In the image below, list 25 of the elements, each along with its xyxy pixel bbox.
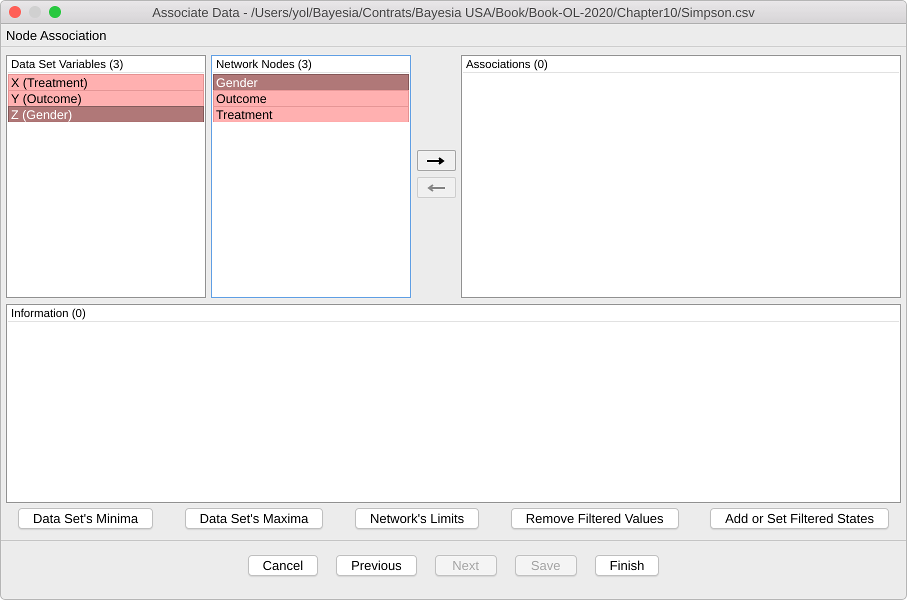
- zoom-button[interactable]: [49, 6, 61, 18]
- filter-button[interactable]: Add or Set Filtered States: [710, 508, 889, 529]
- panel-header: Information (0): [8, 306, 899, 322]
- section-title: Node Association: [6, 28, 106, 42]
- footer-button[interactable]: Cancel: [248, 555, 318, 576]
- list-header: Data Set Variables (3): [8, 57, 204, 73]
- list-item[interactable]: Outcome: [213, 90, 409, 106]
- list-item[interactable]: Treatment: [213, 106, 409, 122]
- filter-button[interactable]: Data Set's Maxima: [184, 508, 324, 529]
- footer-button[interactable]: Previous: [336, 555, 417, 576]
- move-button[interactable]: [416, 150, 456, 171]
- filter-button[interactable]: Network's Limits: [354, 508, 480, 529]
- list-item[interactable]: Y (Outcome): [8, 90, 204, 106]
- list-header: Network Nodes (3): [213, 57, 409, 73]
- panel-header: Associations (0): [463, 57, 899, 73]
- footer-button[interactable]: Finish: [594, 555, 660, 576]
- list-item[interactable]: X (Treatment): [8, 74, 204, 90]
- left-arrow-icon: [425, 182, 447, 192]
- right-arrow-icon: [425, 156, 447, 166]
- close-button[interactable]: [9, 6, 21, 18]
- list-item[interactable]: Z (Gender): [8, 106, 204, 122]
- list-item[interactable]: Gender: [213, 74, 409, 90]
- filter-button[interactable]: Remove Filtered Values: [510, 508, 679, 529]
- window-title: Associate Data - /Users/yol/Bayesia/Contrats/Bayesia USA/Book/Book-OL-2020/Chapter10/Simpson.csv: [151, 4, 756, 20]
- filter-button[interactable]: Data Set's Minima: [18, 508, 154, 529]
